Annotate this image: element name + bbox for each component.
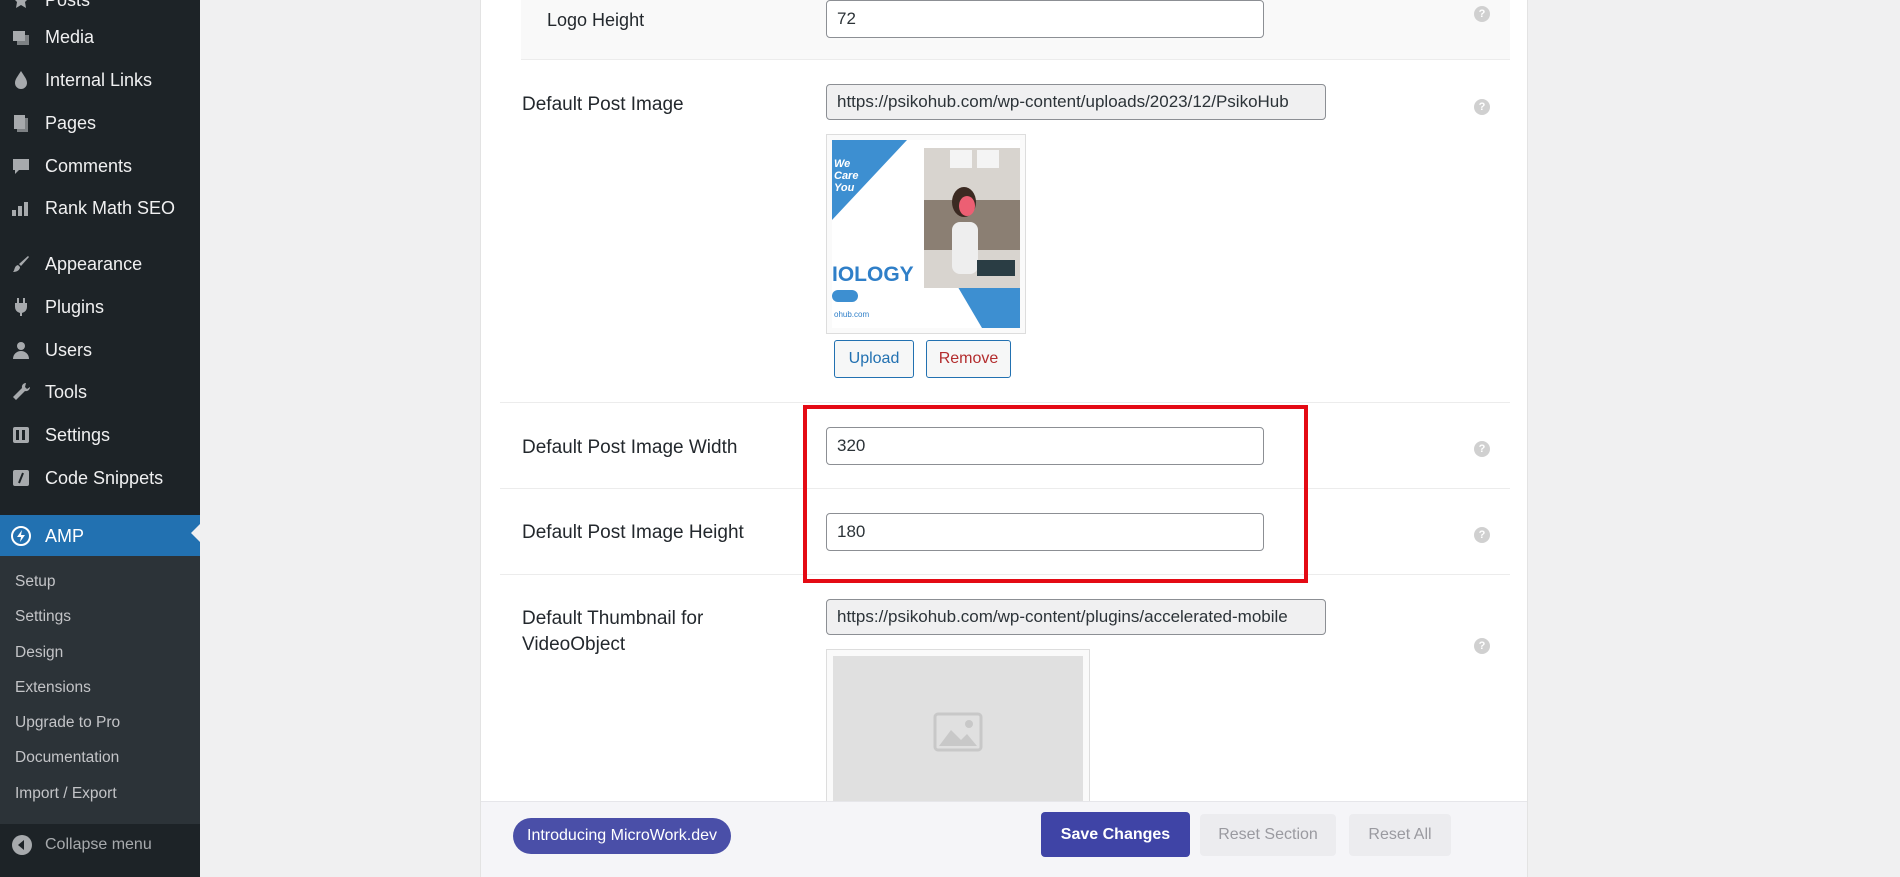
sidebar-item-label: Posts (45, 0, 90, 11)
wrench-icon (10, 381, 32, 403)
video-thumbnail-url-field[interactable]: https://psikohub.com/wp-content/plugins/… (826, 599, 1326, 635)
remove-button[interactable]: Remove (926, 340, 1011, 378)
sidebar-item-pages[interactable]: Pages (0, 105, 200, 141)
default-post-image-label: Default Post Image (522, 94, 684, 115)
amp-icon (10, 525, 32, 547)
sidebar-item-label: Users (45, 339, 93, 360)
reset-all-button[interactable]: Reset All (1349, 814, 1451, 856)
image-placeholder-icon (933, 712, 983, 752)
sidebar-item-rank-math-seo[interactable]: Rank Math SEO (0, 190, 200, 226)
sidebar-item-plugins[interactable]: Plugins (0, 289, 200, 325)
video-thumbnail-label-line2: VideoObject (522, 634, 626, 655)
help-icon[interactable]: ? (1474, 441, 1490, 457)
submenu-item-documentation[interactable]: Documentation (15, 749, 119, 767)
logo-height-label: Logo Height (547, 10, 645, 30)
sidebar-item-label: Internal Links (45, 69, 153, 90)
pages-icon (10, 112, 32, 134)
save-changes-button[interactable]: Save Changes (1041, 812, 1190, 857)
sidebar-item-users[interactable]: Users (0, 332, 200, 368)
sidebar-item-media[interactable]: Media (0, 19, 200, 55)
user-icon (10, 339, 32, 361)
thumb-text-you: You (834, 182, 855, 194)
help-icon[interactable]: ? (1474, 6, 1490, 22)
submenu-item-design[interactable]: Design (15, 644, 63, 662)
sidebar-item-label: Code Snippets (45, 467, 164, 488)
sidebar-item-label: Comments (45, 155, 133, 176)
collapse-icon (11, 834, 33, 856)
post-image-thumbnail: We Care You IOLOGY ohub.com (832, 140, 1020, 328)
sidebar-item-label: Media (45, 26, 95, 47)
sidebar-item-amp[interactable]: AMP (0, 515, 200, 557)
sidebar-item-internal-links[interactable]: Internal Links (0, 62, 200, 98)
current-indicator (191, 524, 200, 542)
media-icon (10, 26, 32, 48)
amp-submenu: Setup Settings Design Extensions Upgrade… (0, 556, 200, 824)
links-icon (10, 69, 32, 91)
chart-icon (10, 197, 32, 219)
sidebar-item-appearance[interactable]: Appearance (0, 246, 200, 282)
help-icon[interactable]: ? (1474, 638, 1490, 654)
sidebar-item-label: Pages (45, 112, 97, 133)
default-post-image-url-field[interactable]: https://psikohub.com/wp-content/uploads/… (826, 84, 1326, 120)
submenu-item-settings[interactable]: Settings (15, 608, 71, 626)
video-thumbnail-preview (826, 649, 1090, 809)
settings-icon (10, 424, 32, 446)
thumb-text-we: We (834, 158, 851, 170)
thumb-text-site: ohub.com (834, 310, 870, 319)
reset-section-button[interactable]: Reset Section (1200, 814, 1336, 856)
plugin-icon (10, 296, 32, 318)
comments-icon (10, 155, 32, 177)
submenu-item-import-export[interactable]: Import / Export (15, 785, 117, 803)
sidebar-item-posts[interactable]: Posts (0, 0, 200, 18)
sidebar-item-settings[interactable]: Settings (0, 417, 200, 453)
default-post-image-preview: We Care You IOLOGY ohub.com (826, 134, 1026, 334)
brush-icon (10, 253, 32, 275)
code-icon (10, 467, 32, 489)
sidebar-item-label: Rank Math SEO (45, 197, 176, 218)
sidebar-item-tools[interactable]: Tools (0, 374, 200, 410)
thumb-text-brand: IOLOGY (832, 263, 914, 286)
help-icon[interactable]: ? (1474, 99, 1490, 115)
submenu-item-extensions[interactable]: Extensions (15, 679, 91, 697)
highlight-annotation (803, 405, 1308, 583)
admin-sidebar: Posts Media Internal Links Pages Comment… (0, 0, 200, 877)
sidebar-item-label: Plugins (45, 296, 105, 317)
default-post-image-width-label: Default Post Image Width (522, 437, 738, 458)
sidebar-item-label: Appearance (45, 253, 143, 274)
microwork-promo-link[interactable]: Introducing MicroWork.dev (513, 818, 731, 854)
sidebar-item-label: Tools (45, 381, 88, 402)
thumb-text-care: Care (834, 170, 859, 182)
image-placeholder (833, 656, 1083, 808)
video-thumbnail-label-line1: Default Thumbnail for (522, 608, 704, 629)
pin-icon (10, 0, 32, 11)
sidebar-item-label: AMP (45, 525, 85, 546)
sidebar-item-code-snippets[interactable]: Code Snippets (0, 460, 200, 496)
submenu-item-setup[interactable]: Setup (15, 573, 56, 591)
upload-button[interactable]: Upload (834, 340, 914, 378)
default-post-image-height-label: Default Post Image Height (522, 522, 744, 543)
sidebar-item-comments[interactable]: Comments (0, 148, 200, 184)
logo-height-input[interactable] (826, 0, 1264, 38)
collapse-menu-label: Collapse menu (45, 836, 152, 853)
sidebar-item-label: Settings (45, 424, 111, 445)
help-icon[interactable]: ? (1474, 527, 1490, 543)
submenu-item-upgrade-to-pro[interactable]: Upgrade to Pro (15, 714, 120, 732)
collapse-menu-button[interactable]: Collapse menu (0, 830, 200, 860)
